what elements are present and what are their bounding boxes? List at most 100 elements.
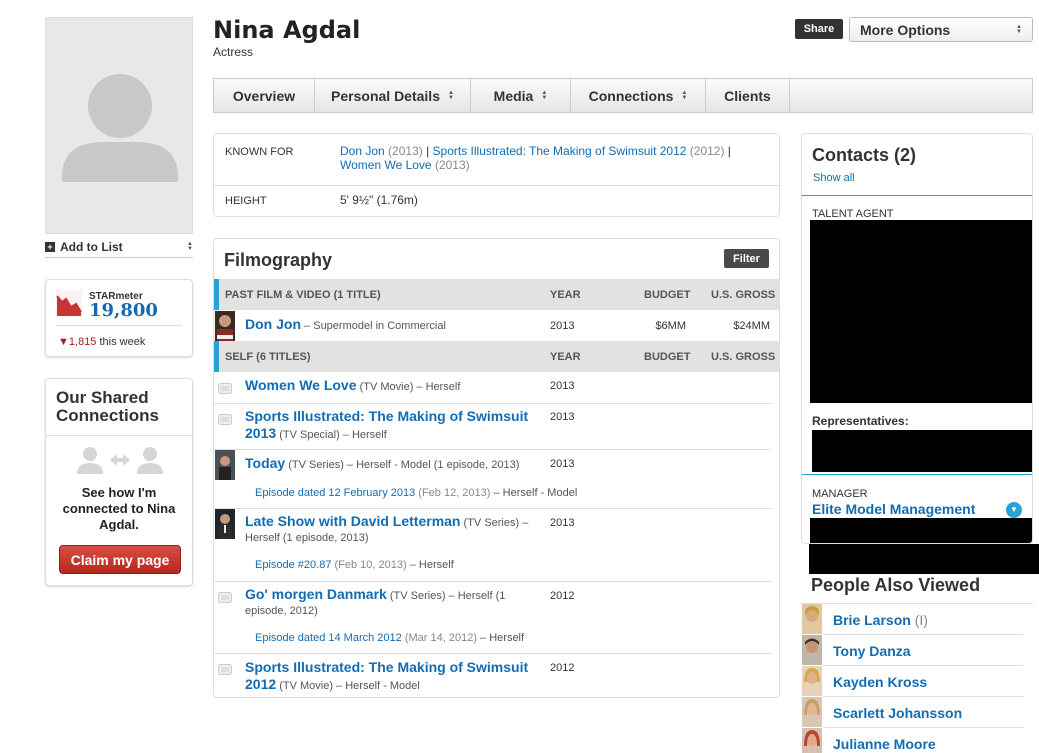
tab-clients[interactable]: Clients	[706, 79, 790, 112]
title-role: – Supermodel in Commercial	[301, 320, 446, 332]
list-item[interactable]: Brie Larson (I)	[801, 604, 1023, 635]
profile-photo-placeholder	[45, 17, 193, 234]
known-for-label: KNOWN FOR	[225, 146, 294, 158]
person-name: Kayden Kross	[833, 674, 927, 690]
tab-media[interactable]: Media ▲ ▼	[471, 79, 571, 112]
divider	[802, 195, 1032, 196]
tv-icon	[218, 592, 232, 603]
person-link[interactable]: Brie Larson	[833, 612, 911, 628]
tab-label: Connections	[588, 87, 674, 104]
title-detail: (TV Movie) – Herself	[356, 381, 461, 393]
episode-role: – Herself	[406, 559, 454, 571]
title-thumbnail	[215, 509, 235, 539]
known-for-year: (2012)	[689, 144, 725, 158]
chevron-down-icon[interactable]: ▼	[1006, 502, 1022, 518]
episode-link[interactable]: Episode dated 12 February 2013	[255, 487, 415, 499]
filmography-title: Filmography	[224, 250, 333, 270]
down-arrow-icon: ▼	[58, 336, 69, 348]
episode-date: (Feb 12, 2013)	[415, 487, 491, 499]
list-item[interactable]: Tony Danza	[801, 635, 1023, 666]
updown-caret-icon: ▲ ▼	[187, 240, 193, 252]
more-options-select[interactable]: More Options ▲ ▼	[849, 17, 1033, 42]
contacts-title: Contacts (2)	[812, 145, 917, 165]
person-name: Brie Larson (I)	[833, 612, 928, 628]
starmeter-change-suffix: this week	[96, 336, 146, 348]
person-link[interactable]: Tony Danza	[833, 643, 911, 659]
title-link[interactable]: Women We Love	[245, 377, 357, 393]
title-link[interactable]: Don Jon	[245, 316, 301, 332]
known-for-link[interactable]: Sports Illustrated: The Making of Swimsu…	[433, 144, 687, 158]
avatar	[802, 666, 822, 696]
title-link[interactable]: Go' morgen Danmark	[245, 586, 387, 602]
tab-label: Overview	[232, 87, 296, 104]
connection-people-icon	[77, 447, 163, 474]
add-to-list-button[interactable]: + Add to List ▲ ▼	[45, 236, 193, 258]
tab-overview[interactable]: Overview	[214, 79, 315, 112]
contacts-box: Contacts (2) Show all TALENT AGENT Repre…	[801, 133, 1033, 544]
person-link[interactable]: Kayden Kross	[833, 674, 927, 690]
year-cell: 2013	[550, 320, 575, 332]
starmeter-change: ▼1,815 this week	[58, 336, 145, 348]
column-year: YEAR	[550, 351, 581, 363]
episode-line: Episode dated 14 March 2012 (Mar 14, 201…	[255, 632, 524, 644]
known-for-link[interactable]: Don Jon	[340, 144, 385, 158]
episode-line: Episode #20.87 (Feb 10, 2013) – Herself	[255, 559, 454, 571]
tab-label: Media	[493, 87, 534, 104]
episode-link[interactable]: Episode dated 14 March 2012	[255, 632, 402, 644]
people-also-viewed-title: People Also Viewed	[811, 575, 981, 595]
title-link[interactable]: Today	[245, 455, 285, 471]
list-item[interactable]: Scarlett Johansson	[801, 697, 1023, 728]
claim-my-page-button[interactable]: Claim my page	[59, 545, 181, 574]
title-cell: Sports Illustrated: The Making of Swimsu…	[245, 660, 535, 694]
title-detail: (TV Movie) – Herself - Model	[276, 680, 420, 692]
list-item[interactable]: Kayden Kross	[801, 666, 1023, 697]
tv-icon	[218, 664, 232, 675]
list-item[interactable]: Julianne Moore	[801, 728, 1023, 753]
starmeter-rank[interactable]: 19,800	[89, 300, 158, 321]
shared-connections-title: Our Shared Connections	[56, 388, 159, 425]
known-for-year: (2013)	[434, 158, 470, 172]
people-also-viewed-box: People Also Viewed Brie Larson (I) Tony …	[801, 566, 1033, 753]
title-link[interactable]: Late Show with David Letterman	[245, 513, 460, 529]
tab-connections[interactable]: Connections ▲ ▼	[571, 79, 706, 112]
tab-personal-details[interactable]: Personal Details ▲ ▼	[315, 79, 471, 112]
title-cell: Sports Illustrated: The Making of Swimsu…	[245, 409, 535, 443]
title-thumbnail	[215, 450, 235, 480]
section-header-film: PAST FILM & VIDEO (1 TITLE) YEAR BUDGET …	[214, 279, 779, 310]
redacted-block	[810, 518, 1032, 543]
height-label: HEIGHT	[225, 195, 267, 207]
section-title: SELF (6 TITLES)	[225, 351, 311, 363]
person-name: Scarlett Johansson	[833, 705, 962, 721]
updown-caret-icon: ▲ ▼	[447, 89, 454, 101]
share-button[interactable]: Share	[795, 19, 843, 39]
talent-agent-label: TALENT AGENT	[812, 208, 894, 220]
updown-caret-icon: ▲ ▼	[681, 89, 688, 101]
show-all-link[interactable]: Show all	[813, 172, 855, 184]
manager-company-link[interactable]: Elite Model Management	[812, 501, 975, 517]
column-gross: U.S. GROSS	[711, 289, 776, 301]
title-thumbnail	[215, 311, 235, 341]
filter-button[interactable]: Filter	[724, 249, 769, 268]
divider	[802, 474, 1032, 475]
title-cell: Go' morgen Danmark (TV Series) – Herself…	[245, 587, 525, 619]
person-link[interactable]: Scarlett Johansson	[833, 705, 962, 721]
job-title: Actress	[213, 45, 254, 59]
table-row: Don Jon – Supermodel in Commercial 2013 …	[214, 310, 779, 341]
title-cell: Women We Love (TV Movie) – Herself	[245, 378, 545, 395]
starmeter-graph-icon	[56, 290, 82, 316]
person-link[interactable]: Julianne Moore	[833, 736, 936, 752]
person-name: Julianne Moore	[833, 736, 936, 752]
shared-connections-box: Our Shared Connections See how I'm conne…	[45, 378, 193, 586]
starmeter-box[interactable]: STARmeter 19,800 ▼1,815 this week	[45, 279, 193, 357]
year-cell: 2012	[550, 590, 575, 602]
episode-link[interactable]: Episode #20.87	[255, 559, 331, 571]
tab-label: Personal Details	[331, 87, 440, 104]
divider	[46, 435, 192, 436]
redacted-block	[810, 220, 1032, 403]
section-title: PAST FILM & VIDEO (1 TITLE)	[225, 289, 381, 301]
more-options-label: More Options	[860, 21, 951, 38]
section-header-self: SELF (6 TITLES) YEAR BUDGET U.S. GROSS	[214, 341, 779, 372]
column-gross: U.S. GROSS	[711, 351, 776, 363]
known-for-link[interactable]: Women We Love	[340, 158, 432, 172]
table-row: Women We Love (TV Movie) – Herself 2013	[214, 372, 779, 403]
